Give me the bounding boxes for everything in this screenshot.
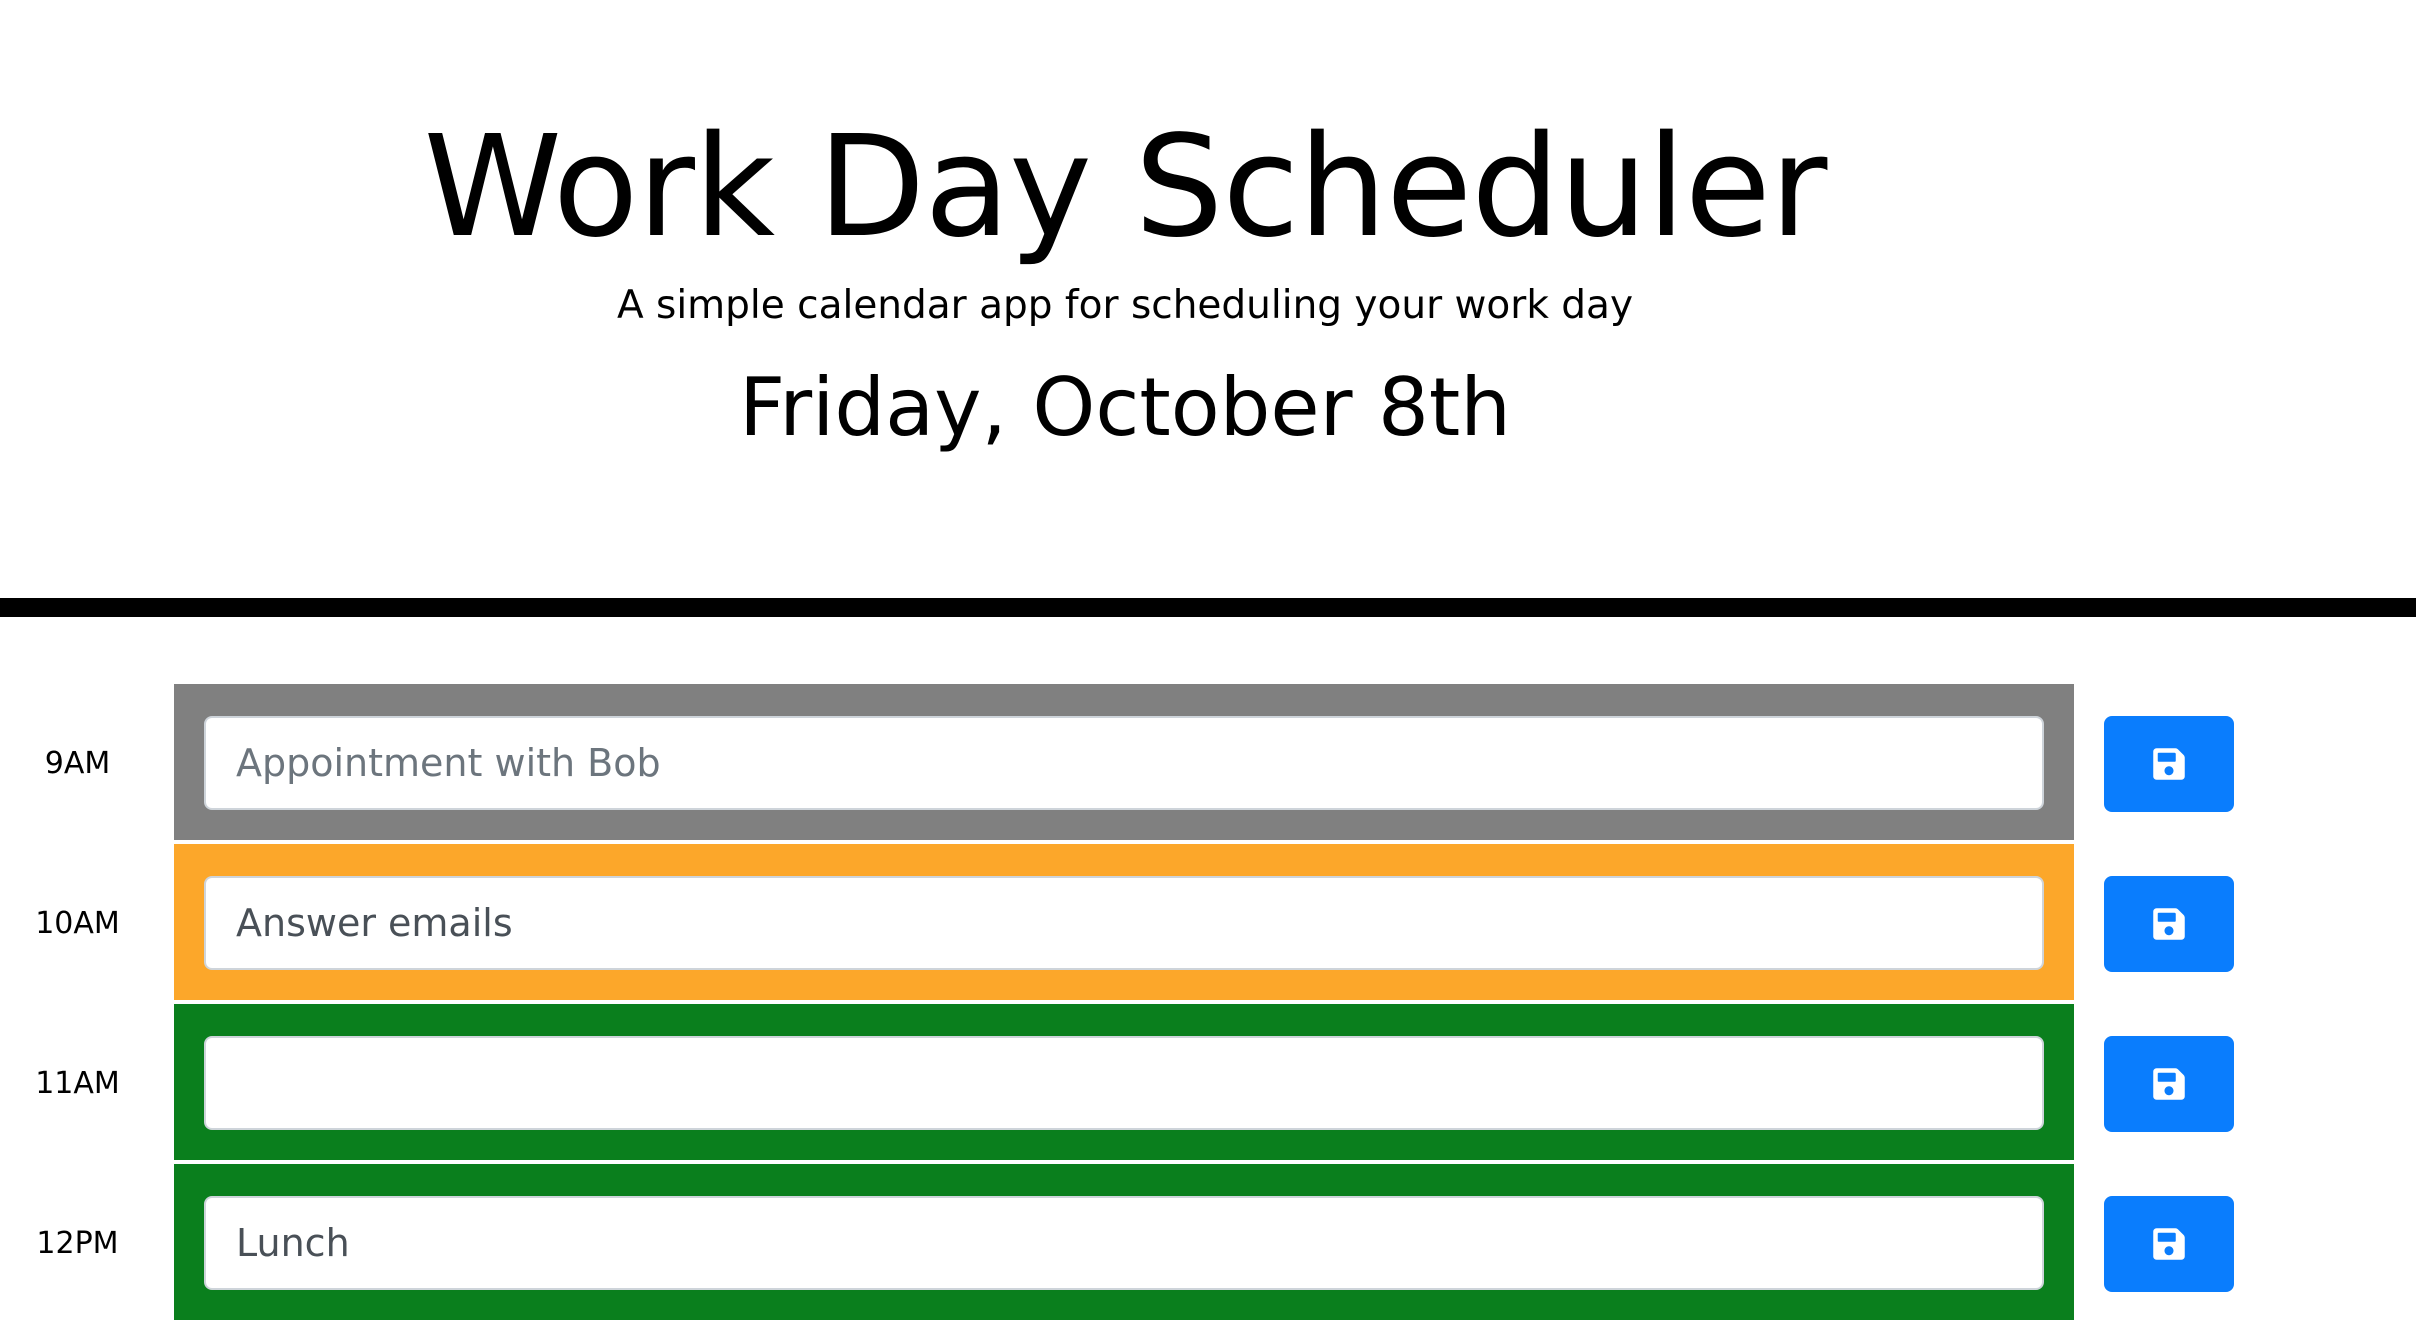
page-subtitle: A simple calendar app for scheduling you… — [616, 283, 1634, 328]
event-description-input[interactable] — [204, 1036, 2044, 1130]
header: Work Day Scheduler A simple calendar app… — [0, 0, 2250, 598]
hour-label: 10AM — [35, 905, 120, 941]
time-block-row — [174, 1004, 2074, 1162]
current-day: Friday, October 8th — [739, 361, 1511, 454]
page-title: Work Day Scheduler — [423, 106, 1828, 269]
time-block-11am: 11AM — [0, 1004, 2416, 1162]
time-block-row — [174, 684, 2074, 842]
save-button[interactable] — [2104, 1036, 2234, 1132]
save-button[interactable] — [2104, 1196, 2234, 1292]
save-button[interactable] — [2104, 716, 2234, 812]
save-icon — [2153, 1068, 2185, 1100]
save-icon — [2153, 908, 2185, 940]
save-button[interactable] — [2104, 876, 2234, 972]
event-description-input[interactable] — [204, 876, 2044, 970]
header-divider — [0, 598, 2416, 617]
save-icon — [2153, 748, 2185, 780]
time-block-row — [174, 844, 2074, 1002]
hour-label: 9AM — [44, 745, 111, 781]
hour-label: 12PM — [36, 1225, 119, 1261]
event-description-input[interactable] — [204, 1196, 2044, 1290]
time-block-row — [174, 1164, 2074, 1322]
time-block-9am: 9AM — [0, 684, 2416, 842]
time-block-10am: 10AM — [0, 844, 2416, 1002]
time-block-12pm: 12PM — [0, 1164, 2416, 1322]
hour-label: 11AM — [35, 1065, 120, 1101]
save-icon — [2153, 1228, 2185, 1260]
event-description-input[interactable] — [204, 716, 2044, 810]
